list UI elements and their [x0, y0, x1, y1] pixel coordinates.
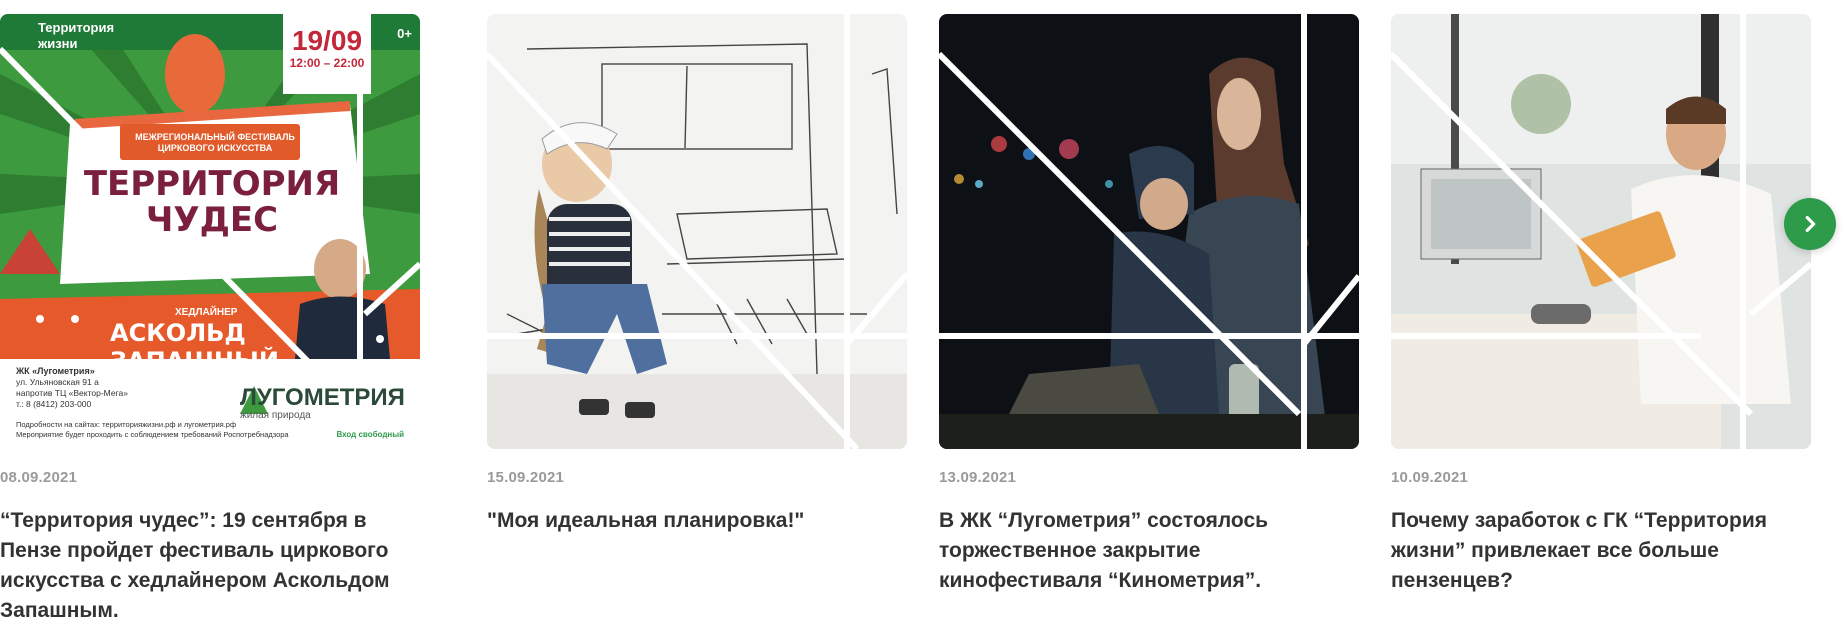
poster-headliner: АСКОЛЬД ЗАПАШНЫЙ: [110, 319, 279, 375]
poster-free-entry: Вход свободный: [336, 430, 404, 439]
poster-contacts: ЖК «Лугометрия» ул. Ульяновская 91 а нап…: [16, 366, 128, 409]
poster-brand-logo: ЛУГОМЕТРИЯ: [240, 384, 405, 411]
poster-date-box: 19/09 12:00 – 22:00: [283, 14, 371, 94]
news-card-image[interactable]: [487, 14, 907, 449]
poster-brand-label: Территория жизни: [38, 20, 115, 51]
poster-subtitle: МЕЖРЕГИОНАЛЬНЫЙ ФЕСТИВАЛЬ ЦИРКОВОГО ИСКУ…: [135, 132, 295, 153]
news-card-image[interactable]: [939, 14, 1359, 449]
news-card-title[interactable]: “Территория чудес”: 19 сентября в Пензе …: [0, 506, 420, 626]
poster-main-title: ТЕРРИТОРИЯ ЧУДЕС: [83, 164, 341, 240]
news-card[interactable]: 13.09.2021 В ЖК “Лугометрия” состоялось …: [939, 14, 1359, 596]
news-card-date: 13.09.2021: [939, 469, 1017, 486]
poster-age-rating: 0+: [397, 26, 412, 41]
news-card[interactable]: Территория жизни 0+ 19/09 12:00 – 22:00 …: [0, 14, 420, 626]
news-carousel: 15.09.2021 "Моя идеальная планировка!" 1…: [0, 0, 1844, 635]
news-card-image[interactable]: [1391, 14, 1811, 449]
chevron-right-icon: [1805, 215, 1816, 233]
carousel-next-button[interactable]: [1784, 198, 1836, 250]
news-card[interactable]: 15.09.2021 "Моя идеальная планировка!": [487, 14, 907, 536]
news-card-date: 10.09.2021: [1391, 469, 1469, 486]
news-card-title[interactable]: "Моя идеальная планировка!": [487, 506, 907, 536]
news-card[interactable]: 10.09.2021 Почему заработок с ГК “Террит…: [1391, 14, 1811, 596]
poster-footer: Подробности на сайтах: территорияжизни.р…: [16, 420, 289, 439]
news-card-title[interactable]: В ЖК “Лугометрия” состоялось торжественн…: [939, 506, 1359, 596]
poster-headliner-label: ХЕДЛАЙНЕР: [175, 307, 238, 318]
news-card-title[interactable]: Почему заработок с ГК “Территория жизни”…: [1391, 506, 1811, 596]
news-card-date: 08.09.2021: [0, 469, 78, 486]
news-card-image[interactable]: Территория жизни 0+ 19/09 12:00 – 22:00 …: [0, 14, 420, 449]
news-card-date: 15.09.2021: [487, 469, 565, 486]
